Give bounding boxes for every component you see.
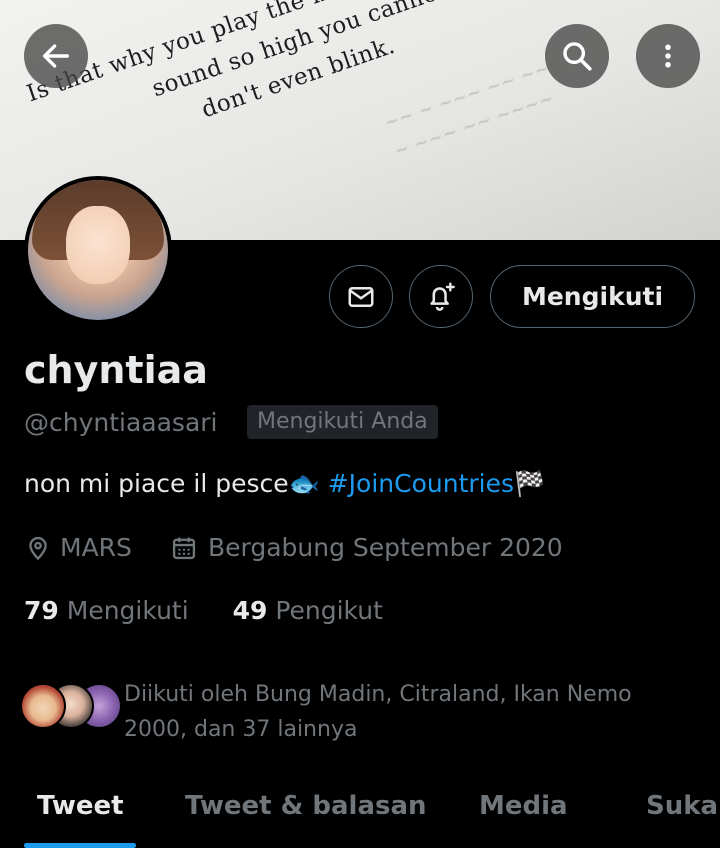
tab-media[interactable]: Media bbox=[479, 791, 568, 821]
follows-you-badge: Mengikuti Anda bbox=[247, 405, 438, 439]
followers-stat[interactable]: 49 Pengikut bbox=[233, 596, 383, 625]
bio-text: non mi piace il pesce bbox=[24, 469, 289, 498]
back-button[interactable] bbox=[24, 24, 88, 88]
location-text: MARS bbox=[60, 533, 132, 562]
tab-tweet[interactable]: Tweet bbox=[37, 791, 124, 821]
followed-by-text[interactable]: Diikuti oleh Bung Madin, Citraland, Ikan… bbox=[124, 677, 684, 747]
following-stat[interactable]: 79 Mengikuti bbox=[24, 596, 189, 625]
handle: @chyntiaaasari bbox=[24, 408, 218, 437]
notify-button[interactable] bbox=[409, 265, 473, 328]
envelope-icon bbox=[348, 286, 374, 307]
more-button[interactable] bbox=[636, 24, 700, 88]
arrow-left-icon bbox=[42, 44, 70, 68]
message-button[interactable] bbox=[329, 265, 393, 328]
display-name: chyntiaa bbox=[24, 348, 208, 392]
followers-count: 49 bbox=[232, 596, 268, 625]
location: MARS bbox=[24, 533, 132, 562]
location-pin-icon bbox=[29, 536, 47, 560]
search-icon bbox=[563, 42, 592, 71]
calendar-icon bbox=[172, 537, 196, 559]
fish-emoji: 🐟 bbox=[288, 469, 320, 498]
avatar-photo bbox=[28, 180, 168, 320]
join-date: Bergabung September 2020 bbox=[170, 533, 563, 562]
bell-plus-icon bbox=[430, 281, 455, 311]
following-button[interactable]: Mengikuti bbox=[490, 265, 695, 328]
join-date-text: Bergabung September 2020 bbox=[208, 533, 563, 562]
bio-hashtag[interactable]: #JoinCountries bbox=[328, 469, 514, 498]
tab-tweet-and-replies[interactable]: Tweet & balasan bbox=[185, 791, 427, 821]
checkered-flag-emoji: 🏁 bbox=[514, 469, 546, 498]
tab-likes[interactable]: Suka bbox=[646, 791, 718, 821]
active-tab-indicator bbox=[24, 843, 136, 848]
avatar[interactable] bbox=[24, 176, 172, 324]
search-button[interactable] bbox=[545, 24, 609, 88]
banner-texture: ~~ ~ ~~~ ~~ ~~ ~ ~~~ ~~ ~~~~ bbox=[381, 57, 557, 163]
more-vertical-icon bbox=[665, 44, 671, 68]
follower-avatar-1 bbox=[20, 683, 66, 729]
followers-label: Pengikut bbox=[275, 596, 383, 625]
following-count: 79 bbox=[24, 596, 59, 625]
follow-stats: 79 Mengikuti 49 Pengikut bbox=[24, 596, 383, 625]
following-label: Mengikuti bbox=[66, 596, 189, 625]
bio: non mi piace il pesce🐟 #JoinCountries🏁 bbox=[24, 469, 545, 499]
